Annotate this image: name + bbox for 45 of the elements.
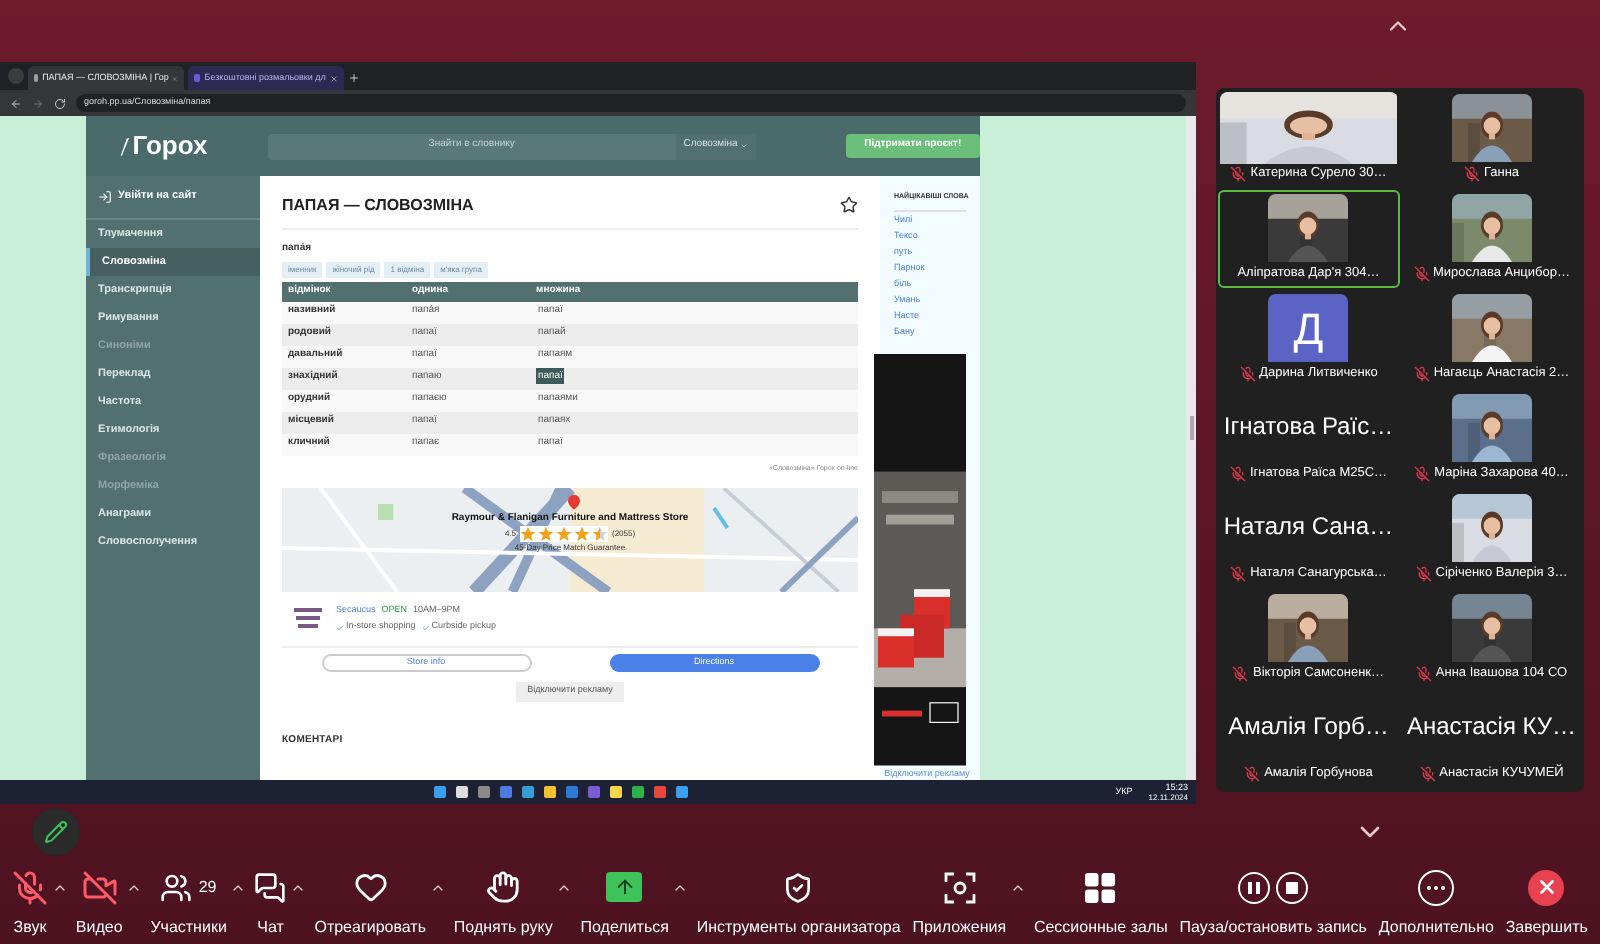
map-pin-icon bbox=[566, 493, 582, 510]
bookmark-star-icon[interactable] bbox=[840, 196, 858, 214]
favicon-icon bbox=[34, 74, 39, 82]
share-button[interactable]: Поделиться bbox=[576, 867, 673, 937]
hand-icon bbox=[486, 870, 521, 904]
site-logo[interactable]: Горох bbox=[132, 126, 208, 166]
participant-display-name: Наталя Сана… bbox=[1223, 510, 1394, 544]
check-icon bbox=[421, 623, 430, 632]
breakout-rooms-button[interactable]: Сессионные залы bbox=[1029, 867, 1172, 937]
reactions-button[interactable]: Отреагировать bbox=[310, 867, 431, 937]
pencil-icon bbox=[44, 820, 68, 844]
participant-display-name: Амалія Горб… bbox=[1228, 710, 1389, 744]
scrollbar[interactable] bbox=[1186, 116, 1196, 780]
raise-hand-button[interactable]: Поднять руку bbox=[449, 867, 557, 937]
grid-icon bbox=[1082, 869, 1119, 905]
favicon-icon bbox=[194, 74, 201, 82]
people-icon bbox=[160, 871, 193, 903]
participants-button[interactable]: 29 Участники bbox=[146, 867, 231, 937]
microphone-button[interactable]: Звук bbox=[8, 867, 52, 937]
more-button[interactable]: Дополнительно bbox=[1374, 867, 1498, 937]
recording-button[interactable]: Пауза/остановить запись bbox=[1175, 867, 1371, 937]
shield-icon bbox=[782, 871, 815, 903]
camera-button[interactable]: Видео bbox=[71, 867, 127, 937]
apps-icon bbox=[943, 871, 976, 903]
annotate-button[interactable] bbox=[32, 808, 80, 856]
chat-button[interactable]: Чат bbox=[250, 867, 291, 937]
heart-icon bbox=[353, 870, 388, 904]
login-icon[interactable] bbox=[98, 190, 112, 204]
chat-icon bbox=[254, 871, 287, 903]
end-icon bbox=[1528, 869, 1565, 905]
end-button[interactable]: Завершить bbox=[1501, 867, 1592, 937]
reload-icon[interactable] bbox=[54, 97, 66, 109]
new-tab-icon[interactable] bbox=[348, 72, 360, 84]
participant-display-name: Анастасія КУ… bbox=[1406, 710, 1577, 744]
participant-display-name: Ігнатова Раїс… bbox=[1223, 410, 1394, 444]
apps-button[interactable]: Приложения bbox=[908, 867, 1011, 937]
pause-stop-icon bbox=[1238, 871, 1309, 903]
leaf-logo-icon[interactable] bbox=[120, 135, 131, 157]
host-tools-button[interactable]: Инструменты организатора bbox=[692, 867, 905, 937]
more-icon bbox=[1418, 869, 1455, 905]
close-icon[interactable] bbox=[329, 73, 338, 83]
back-icon[interactable] bbox=[10, 97, 22, 109]
avatar: Д bbox=[1268, 294, 1349, 362]
store-logo-icon bbox=[292, 604, 324, 633]
page-title: ПАПАЯ — СЛОВОЗМІНА bbox=[282, 193, 474, 217]
